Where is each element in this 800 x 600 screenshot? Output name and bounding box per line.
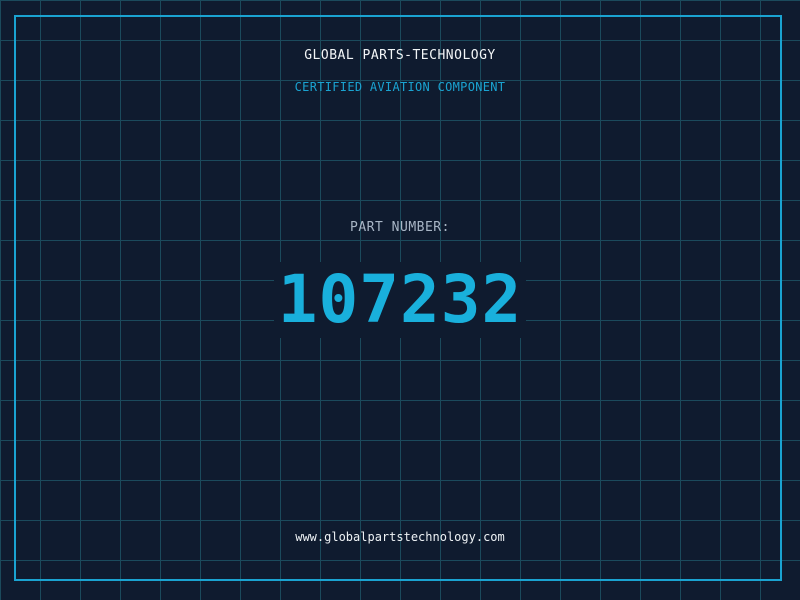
part-number-label: PART NUMBER:	[350, 220, 450, 235]
website-url: www.globalpartstechnology.com	[295, 530, 505, 544]
part-card: GLOBAL PARTS-TECHNOLOGY CERTIFIED AVIATI…	[0, 0, 800, 600]
certification-subtitle: CERTIFIED AVIATION COMPONENT	[294, 80, 506, 94]
part-number-container: 107232	[0, 262, 800, 338]
company-name: GLOBAL PARTS-TECHNOLOGY	[304, 48, 496, 63]
part-number-value: 107232	[273, 262, 527, 338]
